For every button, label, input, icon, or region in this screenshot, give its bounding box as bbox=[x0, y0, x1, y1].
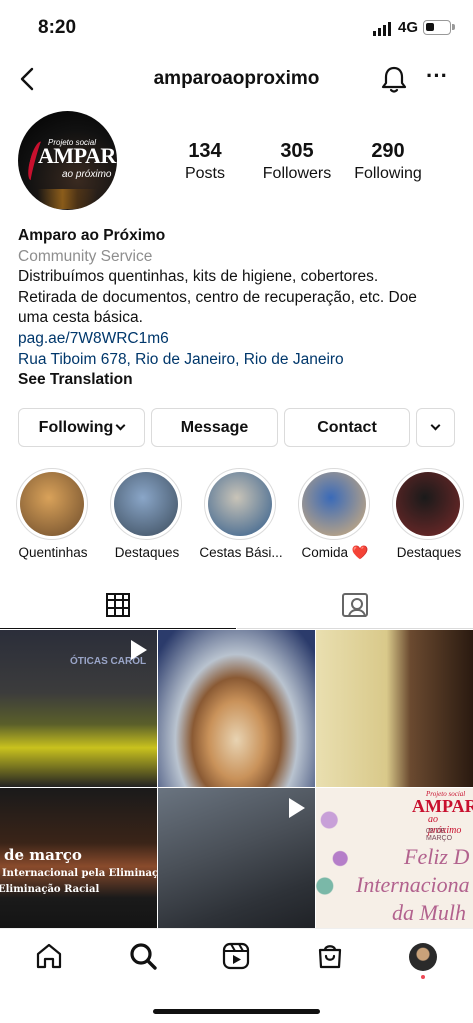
highlight-thumbnail bbox=[302, 472, 366, 536]
post-caption-line: de março bbox=[4, 846, 82, 864]
tab-posts-grid[interactable] bbox=[0, 585, 236, 629]
bio-address-link[interactable]: Rua Tiboim 678, Rio de Janeiro, Rio de J… bbox=[18, 350, 458, 371]
post-date: 08 DE MARÇO bbox=[426, 828, 453, 842]
post-thumbnail[interactable]: ÓTICAS CAROL bbox=[0, 630, 157, 787]
post-thumbnail[interactable]: Projeto social AMPARO ao próximo 08 DE M… bbox=[316, 788, 473, 945]
highlight-thumbnail bbox=[20, 472, 84, 536]
stat-followers[interactable]: 305 Followers bbox=[247, 140, 347, 183]
status-bar: 8:20 4G bbox=[0, 0, 473, 56]
following-count: 290 bbox=[371, 140, 405, 162]
reels-icon[interactable] bbox=[221, 941, 251, 971]
highlight-comida[interactable]: Comida ❤️ bbox=[298, 468, 372, 560]
profile-header: amparoaoproximo ··· bbox=[0, 56, 473, 104]
profile-category: Community Service bbox=[18, 247, 153, 265]
status-time: 8:20 bbox=[38, 17, 77, 38]
bio-text-line: Retirada de documentos, centro de recupe… bbox=[18, 288, 417, 306]
profile-stats: 134 Posts 305 Followers 290 Following bbox=[160, 140, 460, 184]
home-indicator[interactable] bbox=[153, 1009, 320, 1014]
bottom-navigation bbox=[0, 928, 473, 988]
network-type: 4G bbox=[398, 19, 419, 36]
highlight-label: Quentinhas bbox=[18, 545, 88, 560]
avatar-sub-text: ao próximo bbox=[62, 169, 112, 180]
post-thumbnail[interactable] bbox=[158, 630, 315, 787]
bio-link[interactable]: pag.ae/7W8WRC1m6 bbox=[18, 329, 458, 350]
tagged-person-icon bbox=[342, 593, 368, 617]
bio-text-line: Distribuímos quentinhas, kits de higiene… bbox=[18, 268, 379, 286]
following-button-label: Following bbox=[38, 419, 114, 436]
post-caption-line: da Mulh bbox=[392, 900, 466, 925]
highlight-label: Cestas Bási... bbox=[199, 545, 283, 560]
suggested-users-button[interactable] bbox=[416, 408, 455, 447]
reel-icon bbox=[289, 798, 305, 818]
post-thumbnail[interactable] bbox=[158, 788, 315, 945]
message-button[interactable]: Message bbox=[151, 408, 278, 447]
avatar-logo-text: AMPARO bbox=[38, 143, 117, 168]
post-caption-line: Internacional pela Eliminação da bbox=[2, 868, 157, 879]
highlight-label: Destaques bbox=[396, 545, 462, 560]
highlight-quentinhas[interactable]: Quentinhas bbox=[16, 468, 90, 560]
following-label: Following bbox=[354, 165, 422, 182]
profile-bio: Amparo ao Próximo Community Service Dist… bbox=[18, 226, 458, 391]
more-options-icon[interactable]: ··· bbox=[424, 65, 450, 92]
see-translation-button[interactable]: See Translation bbox=[18, 370, 458, 391]
post-thumbnail[interactable] bbox=[316, 630, 473, 787]
highlight-thumbnail bbox=[208, 472, 272, 536]
highlight-destaques[interactable]: Destaques bbox=[110, 468, 184, 560]
notification-dot bbox=[421, 975, 425, 979]
bio-text-line: uma cesta básica. bbox=[18, 309, 143, 327]
posts-label: Posts bbox=[184, 165, 225, 182]
following-button[interactable]: Following bbox=[18, 408, 145, 447]
stat-following[interactable]: 290 Following bbox=[338, 140, 438, 183]
profile-tabs bbox=[0, 585, 473, 629]
home-icon[interactable] bbox=[34, 941, 64, 971]
battery-icon bbox=[423, 20, 455, 35]
highlight-cestas-basicas[interactable]: Cestas Bási... bbox=[199, 468, 283, 560]
highlight-label: Comida ❤️ bbox=[301, 545, 369, 560]
reel-icon bbox=[131, 640, 147, 660]
chevron-down-icon bbox=[430, 420, 441, 431]
followers-label: Followers bbox=[262, 165, 332, 182]
profile-name: Amparo ao Próximo bbox=[18, 227, 166, 244]
stat-posts[interactable]: 134 Posts bbox=[155, 140, 255, 183]
grid-icon bbox=[106, 593, 130, 617]
followers-count: 305 bbox=[280, 140, 314, 162]
signal-icon bbox=[373, 22, 393, 36]
chevron-down-icon bbox=[115, 420, 126, 431]
profile-avatar[interactable]: Projeto social AMPARO ao próximo bbox=[18, 111, 117, 210]
contact-button[interactable]: Contact bbox=[284, 408, 410, 447]
shop-icon[interactable] bbox=[315, 941, 345, 971]
search-icon[interactable] bbox=[128, 941, 158, 971]
highlight-label: Destaques bbox=[114, 545, 180, 560]
highlight-thumbnail bbox=[396, 472, 460, 536]
profile-avatar-nav[interactable] bbox=[409, 943, 437, 971]
posts-count: 134 bbox=[188, 140, 222, 162]
tab-tagged[interactable] bbox=[237, 585, 473, 629]
highlight-thumbnail bbox=[114, 472, 178, 536]
notification-bell-icon[interactable] bbox=[380, 65, 408, 95]
post-caption-line: Internaciona bbox=[356, 872, 470, 897]
highlight-destaques-2[interactable]: Destaques bbox=[392, 468, 466, 560]
post-thumbnail[interactable]: de março Internacional pela Eliminação d… bbox=[0, 788, 157, 945]
post-caption-line: Feliz D bbox=[404, 844, 470, 869]
post-caption-line: Eliminação Racial bbox=[0, 884, 100, 895]
